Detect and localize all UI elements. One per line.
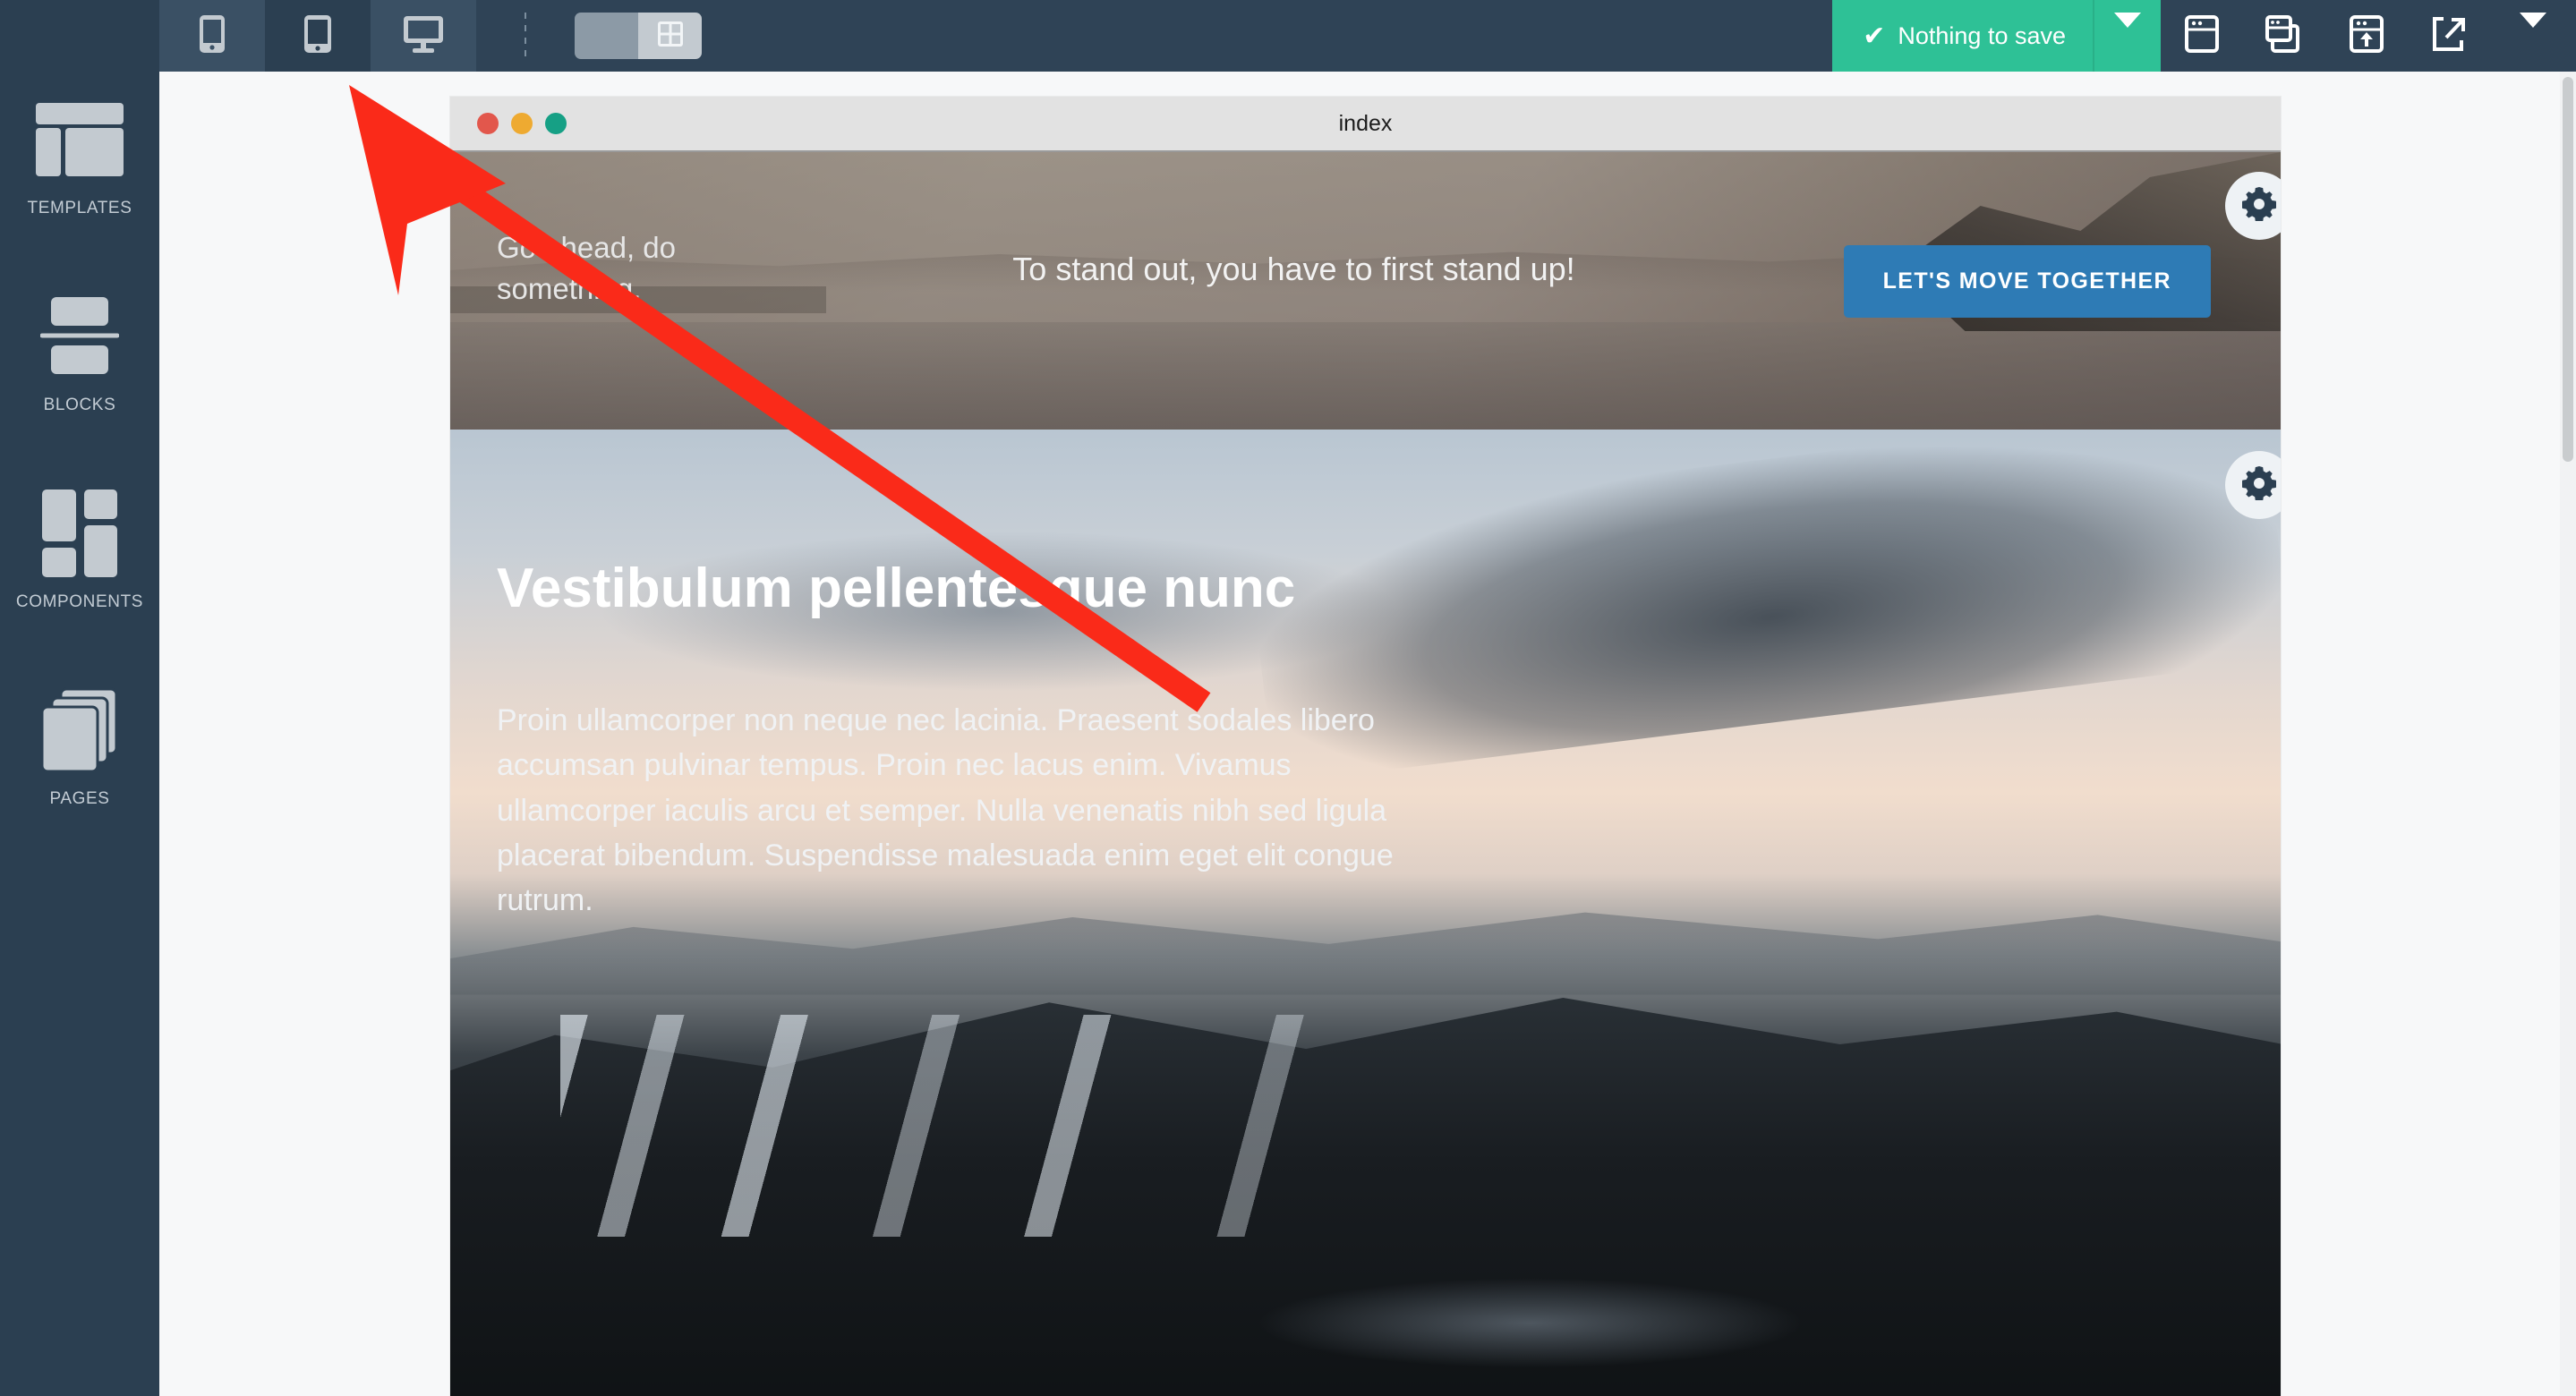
- external-link-icon: [2431, 15, 2467, 57]
- left-sidebar: TEMPLATES BLOCKS COMPONENTS PAGES: [0, 72, 159, 1396]
- top-toolbar: ✔ Nothing to save: [0, 0, 2576, 72]
- view-toggle-group[interactable]: [575, 13, 702, 59]
- hero-sand-decor: [450, 322, 2281, 430]
- grid-icon: [657, 21, 683, 51]
- caret-down-icon: [2520, 13, 2546, 44]
- pages-stack-icon: [39, 684, 120, 777]
- blocks-icon: [40, 290, 119, 383]
- open-external-button[interactable]: [2408, 0, 2490, 72]
- caret-down-icon: [2114, 13, 2141, 44]
- gear-icon: [2241, 465, 2277, 505]
- page-preview-window: index Go ahead, do something. To stand o…: [450, 97, 2281, 1396]
- desktop-icon: [403, 15, 444, 57]
- hero-section[interactable]: Go ahead, do something. To stand out, yo…: [450, 152, 2281, 430]
- section-body-text[interactable]: Proin ullamcorper non neque nec lacinia.…: [497, 698, 1446, 924]
- editor-canvas[interactable]: index Go ahead, do something. To stand o…: [159, 72, 2576, 1396]
- hero-center-text[interactable]: To stand out, you have to first stand up…: [808, 251, 1779, 288]
- window-upload-icon: [2350, 14, 2384, 57]
- hero-cta-button[interactable]: LET'S MOVE TOGETHER: [1843, 245, 2211, 318]
- canvas-scrollbar[interactable]: [2560, 72, 2576, 1396]
- new-page-button[interactable]: [2161, 0, 2243, 72]
- save-dropdown-button[interactable]: [2093, 0, 2161, 72]
- section-heading[interactable]: Vestibulum pellentesque nunc: [497, 555, 1481, 623]
- sidebar-item-pages[interactable]: PAGES: [0, 662, 159, 859]
- device-button-desktop[interactable]: [371, 0, 476, 72]
- sidebar-item-templates[interactable]: TEMPLATES: [0, 72, 159, 268]
- preview-window-title: index: [1338, 110, 1393, 136]
- view-toggle-grid[interactable]: [638, 13, 702, 59]
- sidebar-item-label: TEMPLATES: [27, 199, 132, 217]
- sidebar-item-label: PAGES: [49, 789, 110, 808]
- device-button-mobile[interactable]: [159, 0, 265, 72]
- view-toggle-plain[interactable]: [575, 13, 638, 59]
- windows-stack-icon: [2265, 14, 2303, 57]
- hero-left-text[interactable]: Go ahead, do something.: [497, 227, 792, 309]
- sidebar-item-label: BLOCKS: [43, 396, 116, 414]
- sidebar-item-components[interactable]: COMPONENTS: [0, 465, 159, 662]
- canvas-scrollbar-thumb[interactable]: [2563, 77, 2573, 462]
- snow-decor: [559, 1015, 1879, 1238]
- publish-button[interactable]: [2325, 0, 2408, 72]
- save-status-label: Nothing to save: [1898, 21, 2066, 49]
- sidebar-item-label: COMPONENTS: [15, 592, 144, 611]
- device-button-tablet[interactable]: [265, 0, 371, 72]
- toolbar-separator: [476, 0, 575, 72]
- more-menu-button[interactable]: [2490, 0, 2576, 72]
- gear-icon: [2241, 186, 2277, 226]
- toolbar-left-pad: [0, 0, 159, 72]
- sidebar-item-blocks[interactable]: BLOCKS: [0, 268, 159, 465]
- save-check-icon: ✔: [1863, 21, 1886, 51]
- save-status-button[interactable]: ✔ Nothing to save: [1832, 0, 2093, 72]
- layout-template-icon: [35, 93, 124, 186]
- mobile-icon: [199, 14, 226, 58]
- lake-decor: [1255, 1277, 1805, 1369]
- content-section[interactable]: Vestibulum pellentesque nunc Proin ullam…: [450, 430, 2281, 1396]
- tablet-icon: [303, 14, 332, 58]
- window-icon: [2185, 14, 2219, 57]
- duplicate-page-button[interactable]: [2243, 0, 2325, 72]
- components-grid-icon: [41, 487, 118, 580]
- preview-window-titlebar: index: [450, 97, 2281, 152]
